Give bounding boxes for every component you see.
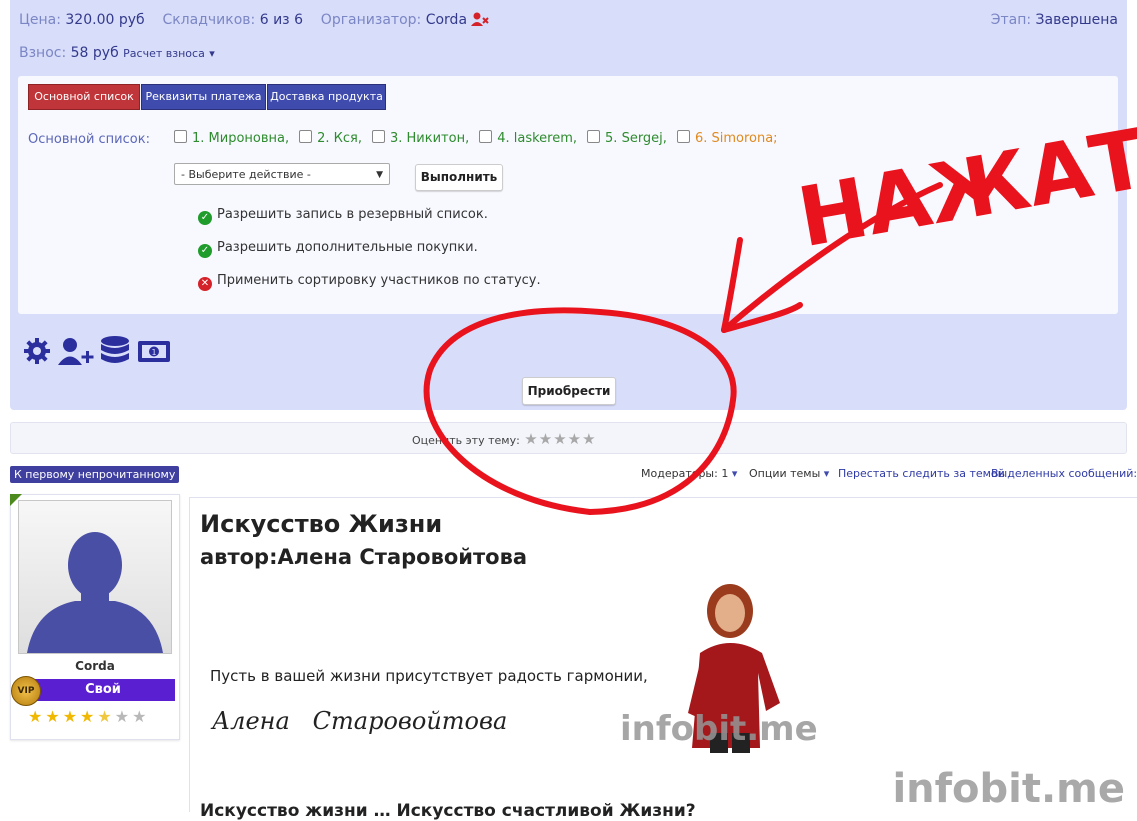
author-panel: Corda Свой VIP ★ ★ ★ ★ ★ ★ ★ [10,494,180,740]
chevron-down-icon[interactable]: ▾ [209,47,215,60]
option-label: Применить сортировку участников по стату… [217,273,541,288]
action-select[interactable]: - Выберите действие - ▼ [174,163,390,185]
participant-item[interactable]: 5. Sergej, [587,130,667,146]
participants-value: 6 из 6 [259,12,303,28]
reputation-star-icon: ★ [45,707,60,726]
participant-name[interactable]: 2. Кся, [317,131,362,146]
reputation-star-icon: ★ [114,707,130,726]
dropdown-arrow-icon: ▼ [376,170,383,180]
banner-signature: Алена Старовойтова [212,707,508,735]
first-unread-link[interactable]: К первому непрочитанному [10,466,180,483]
reputation-star-icon: ★ [80,707,95,726]
reputation-star-icon: ★ [28,707,43,726]
price-label: Цена: [19,12,61,28]
remove-user-icon[interactable] [471,12,490,30]
money-icon[interactable]: 1 [137,336,171,370]
participant-name[interactable]: 6. Simorona; [695,131,778,146]
user-title: Свой [31,679,175,701]
moderators-label: Модераторы: 1 [641,467,729,480]
fee-calc-link[interactable]: Расчет взноса [123,47,205,60]
chevron-down-icon: ▾ [731,467,738,480]
check-icon: ✓ [198,244,212,258]
post-subtitle: автор:Алена Старовойтова [200,545,528,569]
rating-star-icon[interactable]: ★ [568,430,581,448]
post-title: Искусство Жизни [200,510,443,538]
participant-item[interactable]: 4. laskerem, [479,130,577,146]
reputation-star-icon: ★ [132,707,147,726]
participant-name[interactable]: 4. laskerem, [497,131,577,146]
post-body: Искусство Жизни автор:Алена Старовойтова… [189,497,1137,821]
participant-item[interactable]: 1. Мироновна, [174,130,289,146]
add-user-icon[interactable] [58,336,96,370]
rating-bar: Оценить эту тему: ★★★★★ [10,422,1127,454]
page-watermark: infobit.me [892,766,1125,812]
banner-watermark: infobit.me [620,709,818,749]
buy-button[interactable]: Приобрести [522,377,616,405]
participant-checkbox[interactable] [479,130,493,143]
reputation-star-icon: ★ [62,707,78,726]
purchase-panel: Цена: 320.00 руб Складчиков: 6 из 6 Орга… [10,0,1127,410]
option-sort-by-status[interactable]: ✕ Применить сортировку участников по стат… [198,273,541,291]
rating-star-icon[interactable]: ★ [582,430,595,448]
topic-options-label: Опции темы [749,467,821,480]
rating-star-icon[interactable]: ★ [524,430,537,448]
author-name[interactable]: Corda [11,659,179,673]
fee-value: 58 руб [70,45,119,61]
organizer-link[interactable]: Corda [426,12,467,28]
cross-icon: ✕ [198,277,212,291]
participant-checkbox[interactable] [587,130,601,143]
unfollow-topic-link[interactable]: Перестать следить за темой [838,467,1005,480]
reputation-star-icon: ★ [97,707,112,726]
check-icon: ✓ [198,211,212,225]
participant-checkbox[interactable] [174,130,187,143]
participant-name[interactable]: 1. Мироновна, [192,131,289,146]
execute-button[interactable]: Выполнить [415,164,503,191]
participants-label: Складчиков: [162,12,256,28]
gear-icon[interactable] [23,336,51,370]
stage-label: Этап: [990,12,1032,28]
rating-star-icon[interactable]: ★ [553,430,566,448]
post-text-cut: Искусство жизни … Искусство счастливой Ж… [200,801,696,821]
participant-name[interactable]: 3. Никитон, [390,131,469,146]
chevron-down-icon: ▾ [823,467,830,480]
vip-badge: VIP [11,676,41,706]
selected-messages-link[interactable]: Выделенных сообщений: 0 [991,467,1137,480]
fee-label: Взнос: [19,45,67,61]
main-list-label: Основной список: [28,132,150,147]
participant-item[interactable]: 6. Simorona; [676,130,778,146]
banner-text: Пусть в вашей жизни присутствует радость… [210,667,648,685]
rating-stars[interactable]: ★★★★★ [523,430,595,448]
participant-name[interactable]: 5. Sergej, [605,131,667,146]
price-value: 320.00 руб [65,12,145,28]
participants-list: 1. Мироновна, 2. Кся, 3. Никитон, 4. lasker… [174,130,788,146]
avatar[interactable] [18,500,172,654]
participant-checkbox[interactable] [299,130,313,143]
participant-item[interactable]: 3. Никитон, [372,130,469,146]
participant-checkbox[interactable] [372,130,385,143]
tab-payment-details[interactable]: Реквизиты платежа [141,84,266,110]
rating-star-icon[interactable]: ★ [539,430,552,448]
tab-product-delivery[interactable]: Доставка продукта [267,84,386,110]
moderators-dropdown[interactable]: Модераторы: 1 ▾ [641,467,737,480]
fee-line: Взнос: 58 руб Расчет взноса ▾ [19,45,215,61]
user-reputation-stars: ★ ★ ★ ★ ★ ★ ★ [27,707,148,726]
database-icon[interactable] [100,336,130,372]
post-banner-image: Пусть в вашей жизни присутствует радость… [200,573,818,753]
participant-checkbox[interactable] [676,130,690,143]
topic-options-dropdown[interactable]: Опции темы ▾ [749,467,829,480]
tab-content-panel: Основной список Реквизиты платежа Достав… [18,76,1118,314]
summary-line: Цена: 320.00 руб Складчиков: 6 из 6 Орга… [19,12,490,30]
option-label: Разрешить запись в резервный список. [217,207,488,222]
option-reserve-list[interactable]: ✓ Разрешить запись в резервный список. [198,207,488,225]
stage-value: Завершена [1035,12,1118,28]
tab-main-list[interactable]: Основной список [28,84,140,110]
organizer-label: Организатор: [320,12,422,28]
stage-line: Этап: Завершена [991,12,1118,28]
option-label: Разрешить дополнительные покупки. [217,240,478,255]
rating-label: Оценить эту тему: [412,434,520,447]
svg-text:1: 1 [151,348,156,357]
action-select-value: - Выберите действие - [181,168,311,181]
participant-item[interactable]: 2. Кся, [299,130,362,146]
option-extra-purchases[interactable]: ✓ Разрешить дополнительные покупки. [198,240,478,258]
